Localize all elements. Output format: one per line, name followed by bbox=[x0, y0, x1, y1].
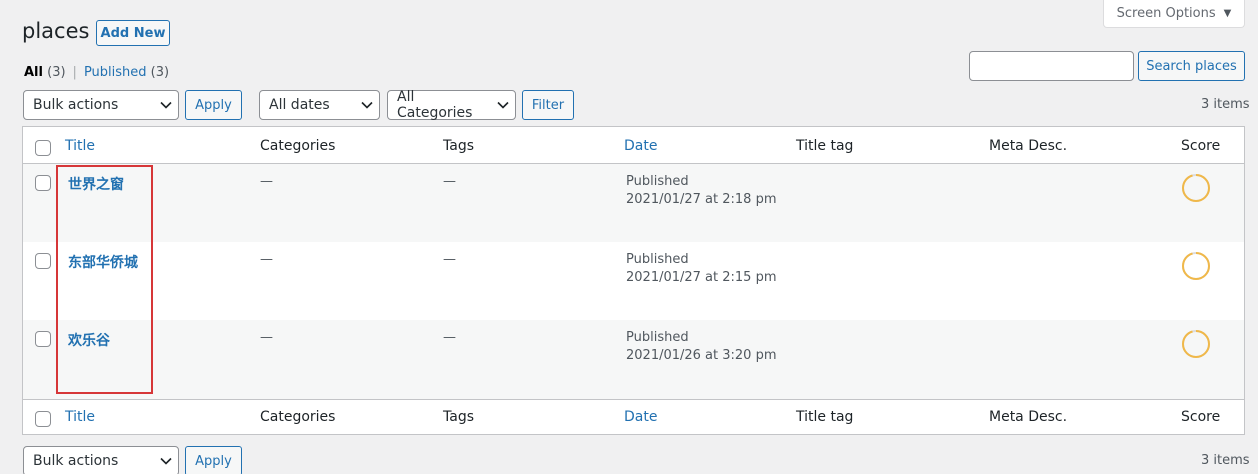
score-ring-fill bbox=[1182, 330, 1210, 358]
bulk-actions-value: Bulk actions bbox=[33, 97, 119, 113]
column-score-header: Score bbox=[1181, 138, 1221, 154]
dates-filter-select[interactable]: All dates bbox=[259, 90, 380, 120]
column-date-footer[interactable]: Date bbox=[624, 409, 657, 425]
table-header: Title Categories Tags Date Title tag Met… bbox=[23, 127, 1244, 164]
row-status: Published bbox=[626, 330, 689, 345]
caret-down-icon: ▼ bbox=[1223, 8, 1232, 19]
column-tags-header: Tags bbox=[443, 138, 474, 154]
chevron-down-icon bbox=[355, 101, 379, 109]
column-score-footer: Score bbox=[1181, 409, 1221, 425]
row-checkbox[interactable] bbox=[35, 175, 51, 191]
column-meta-desc-footer: Meta Desc. bbox=[989, 409, 1068, 425]
table-row: 东部华侨城 — — Published 2021/01/27 at 2:15 p… bbox=[23, 242, 1244, 320]
categories-filter-value: All Categories bbox=[397, 89, 473, 121]
search-places-button[interactable]: Search places bbox=[1138, 51, 1245, 81]
row-categories: — bbox=[260, 174, 273, 189]
row-categories: — bbox=[260, 252, 273, 267]
screen-options-label: Screen Options bbox=[1116, 6, 1216, 21]
column-meta-desc-header: Meta Desc. bbox=[989, 138, 1068, 154]
bulk-actions-select-bottom[interactable]: Bulk actions bbox=[23, 446, 179, 474]
table-row: 世界之窗 — — Published 2021/01/27 at 2:18 pm bbox=[23, 164, 1244, 242]
items-count-bottom: 3 items bbox=[1201, 453, 1250, 468]
seo-score-ring-icon bbox=[1182, 252, 1210, 280]
table-row: 欢乐谷 — — Published 2021/01/26 at 3:20 pm bbox=[23, 320, 1244, 399]
row-tags: — bbox=[443, 252, 456, 267]
seo-score-ring-icon bbox=[1182, 330, 1210, 358]
view-published[interactable]: Published (3) bbox=[84, 65, 169, 80]
seo-score-ring-icon bbox=[1182, 174, 1210, 202]
row-checkbox[interactable] bbox=[35, 331, 51, 347]
add-new-button[interactable]: Add New bbox=[96, 20, 170, 46]
column-title-tag-header: Title tag bbox=[796, 138, 854, 154]
row-date: 2021/01/27 at 2:18 pm bbox=[626, 192, 777, 207]
items-count: 3 items bbox=[1201, 97, 1250, 112]
row-checkbox[interactable] bbox=[35, 253, 51, 269]
row-categories: — bbox=[260, 330, 273, 345]
row-date: 2021/01/26 at 3:20 pm bbox=[626, 348, 777, 363]
chevron-down-icon bbox=[492, 101, 515, 109]
categories-filter-select[interactable]: All Categories bbox=[387, 89, 516, 121]
chevron-down-icon bbox=[154, 101, 178, 109]
page-title: places bbox=[22, 19, 90, 43]
column-categories-footer: Categories bbox=[260, 409, 336, 425]
bulk-actions-value: Bulk actions bbox=[33, 453, 119, 469]
score-ring-fill bbox=[1182, 252, 1210, 280]
column-date-header[interactable]: Date bbox=[624, 138, 657, 154]
column-title-footer[interactable]: Title bbox=[65, 409, 95, 425]
search-input[interactable] bbox=[969, 51, 1134, 81]
select-all-checkbox[interactable] bbox=[35, 140, 51, 156]
row-tags: — bbox=[443, 174, 456, 189]
apply-button[interactable]: Apply bbox=[185, 90, 242, 120]
select-all-checkbox[interactable] bbox=[35, 411, 51, 427]
post-status-views: All (3) | Published (3) bbox=[24, 65, 169, 80]
view-published-count: (3) bbox=[150, 65, 170, 80]
dates-filter-value: All dates bbox=[269, 97, 330, 113]
row-tags: — bbox=[443, 330, 456, 345]
view-all-label: All bbox=[24, 65, 43, 80]
view-all-count: (3) bbox=[47, 65, 66, 80]
view-separator: | bbox=[72, 65, 77, 80]
chevron-down-icon bbox=[154, 457, 178, 465]
highlight-box bbox=[56, 165, 153, 394]
score-ring-fill bbox=[1182, 174, 1210, 202]
table-footer: Title Categories Tags Date Title tag Met… bbox=[23, 399, 1244, 434]
column-tags-footer: Tags bbox=[443, 409, 474, 425]
filter-button[interactable]: Filter bbox=[522, 90, 574, 120]
view-published-label: Published bbox=[83, 65, 147, 80]
view-all[interactable]: All (3) bbox=[24, 65, 66, 80]
row-status: Published bbox=[626, 252, 689, 267]
row-status: Published bbox=[626, 174, 689, 189]
column-title-header[interactable]: Title bbox=[65, 138, 95, 154]
row-date: 2021/01/27 at 2:15 pm bbox=[626, 270, 777, 285]
apply-button-bottom[interactable]: Apply bbox=[185, 446, 242, 474]
column-categories-header: Categories bbox=[260, 138, 336, 154]
column-title-tag-footer: Title tag bbox=[796, 409, 854, 425]
bulk-actions-select[interactable]: Bulk actions bbox=[23, 90, 179, 120]
screen-options-button[interactable]: Screen Options ▼ bbox=[1103, 0, 1245, 28]
posts-table: Title Categories Tags Date Title tag Met… bbox=[22, 126, 1245, 435]
